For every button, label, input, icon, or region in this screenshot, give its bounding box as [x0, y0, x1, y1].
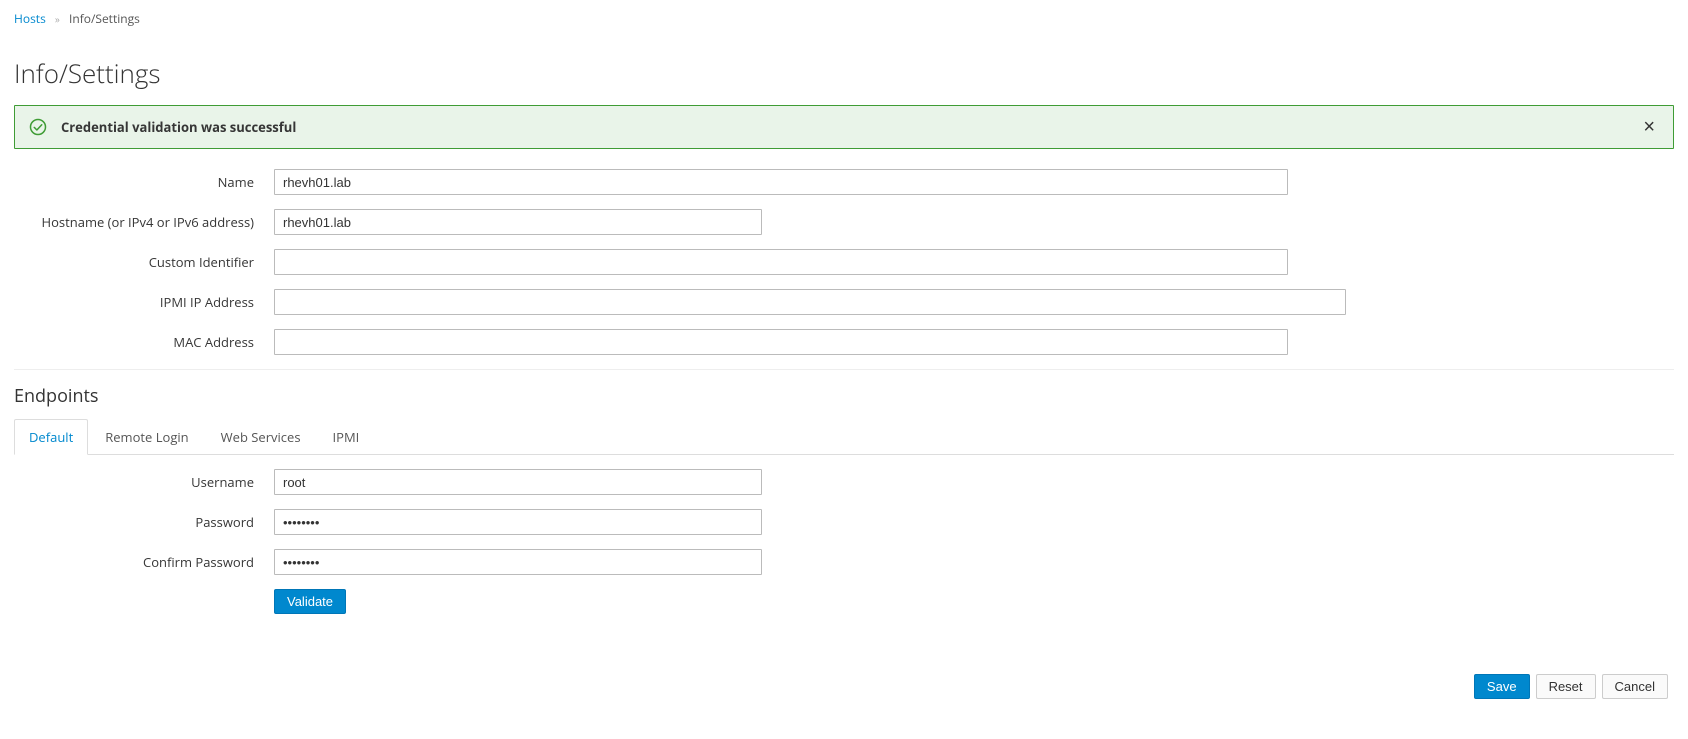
save-button[interactable]: Save	[1474, 674, 1530, 699]
success-alert: Credential validation was successful ×	[14, 105, 1674, 149]
page-title: Info/Settings	[14, 55, 1674, 91]
mac-address-label: MAC Address	[14, 333, 274, 351]
ipmi-ip-input[interactable]	[274, 289, 1346, 315]
tab-web-services[interactable]: Web Services	[206, 419, 316, 455]
hostname-input[interactable]	[274, 209, 762, 235]
tab-default[interactable]: Default	[14, 419, 88, 455]
breadcrumb-current: Info/Settings	[69, 10, 140, 27]
breadcrumb-hosts-link[interactable]: Hosts	[14, 10, 46, 27]
password-input[interactable]	[274, 509, 762, 535]
alert-message: Credential validation was successful	[61, 118, 296, 136]
breadcrumb-separator-icon: »	[55, 12, 60, 26]
cancel-button[interactable]: Cancel	[1602, 674, 1668, 699]
host-form: Name Hostname (or IPv4 or IPv6 address) …	[14, 167, 1674, 355]
confirm-password-input[interactable]	[274, 549, 762, 575]
confirm-password-label: Confirm Password	[14, 553, 274, 571]
mac-address-input[interactable]	[274, 329, 1288, 355]
validate-button[interactable]: Validate	[274, 589, 346, 614]
breadcrumb: Hosts » Info/Settings	[14, 0, 1674, 35]
username-label: Username	[14, 473, 274, 491]
close-icon: ×	[1643, 116, 1655, 138]
name-input[interactable]	[274, 169, 1288, 195]
tab-remote-login[interactable]: Remote Login	[90, 419, 203, 455]
endpoints-title: Endpoints	[14, 384, 1674, 408]
endpoints-form: Username Password Confirm Password Valid…	[14, 455, 1674, 614]
endpoints-tabs: Default Remote Login Web Services IPMI	[14, 418, 1674, 455]
ipmi-ip-label: IPMI IP Address	[14, 293, 274, 311]
custom-identifier-input[interactable]	[274, 249, 1288, 275]
reset-button[interactable]: Reset	[1536, 674, 1596, 699]
footer-actions: Save Reset Cancel	[14, 674, 1674, 699]
username-input[interactable]	[274, 469, 762, 495]
check-circle-icon	[29, 118, 47, 136]
tab-ipmi[interactable]: IPMI	[318, 419, 375, 455]
name-label: Name	[14, 173, 274, 191]
custom-identifier-label: Custom Identifier	[14, 253, 274, 271]
hostname-label: Hostname (or IPv4 or IPv6 address)	[14, 213, 274, 231]
divider	[14, 369, 1674, 370]
password-label: Password	[14, 513, 274, 531]
alert-close-button[interactable]: ×	[1635, 113, 1663, 141]
